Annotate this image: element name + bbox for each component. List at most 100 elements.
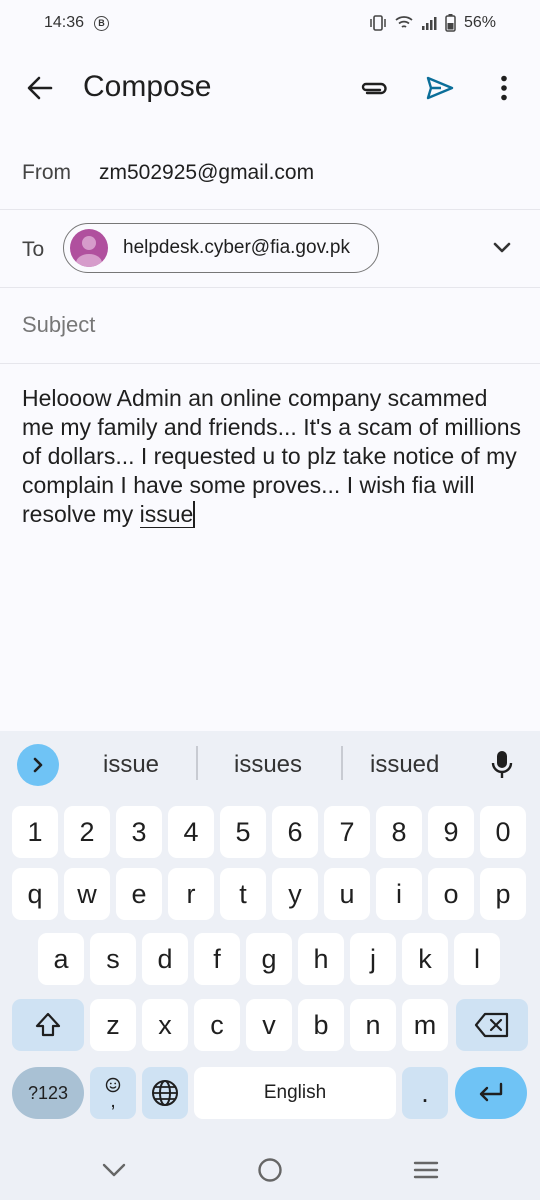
language-key[interactable]	[142, 1067, 188, 1119]
suggestion-1[interactable]: issue	[103, 751, 159, 779]
period-key[interactable]: .	[402, 1067, 448, 1119]
vibrate-icon	[370, 15, 386, 31]
key-8[interactable]: 8	[376, 806, 422, 858]
key-r[interactable]: r	[168, 868, 214, 920]
key-5[interactable]: 5	[220, 806, 266, 858]
key-4[interactable]: 4	[168, 806, 214, 858]
body-text: Helooow Admin an online company scammed …	[22, 385, 522, 527]
enter-icon	[479, 1082, 503, 1102]
battery-icon	[445, 14, 456, 32]
key-0[interactable]: 0	[480, 806, 526, 858]
key-u[interactable]: u	[324, 868, 370, 920]
symbols-key[interactable]: ?123	[12, 1067, 84, 1119]
to-label: To	[22, 238, 45, 261]
compose-app-bar: Compose	[0, 52, 540, 124]
home-circle-icon	[258, 1158, 282, 1182]
key-y[interactable]: y	[272, 868, 318, 920]
recipient-chip[interactable]: helpdesk.cyber@fia.gov.pk	[63, 223, 379, 273]
suggestion-divider	[341, 746, 343, 780]
key-c[interactable]: c	[194, 999, 240, 1051]
enter-key[interactable]	[455, 1067, 527, 1119]
key-3[interactable]: 3	[116, 806, 162, 858]
key-w[interactable]: w	[64, 868, 110, 920]
to-row[interactable]: To helpdesk.cyber@fia.gov.pk	[0, 210, 540, 288]
key-h[interactable]: h	[298, 933, 344, 985]
more-options-button[interactable]	[482, 66, 526, 110]
attach-button[interactable]	[352, 66, 396, 110]
shift-icon	[35, 1012, 61, 1037]
backspace-icon	[474, 1012, 509, 1038]
key-a[interactable]: a	[38, 933, 84, 985]
emoji-comma-key[interactable]: ,	[90, 1067, 136, 1119]
key-p[interactable]: p	[480, 868, 526, 920]
battery-percent: 56%	[463, 14, 496, 31]
key-9[interactable]: 9	[428, 806, 474, 858]
hide-keyboard-button[interactable]	[94, 1150, 134, 1190]
back-button[interactable]	[18, 66, 62, 110]
suggestion-divider	[196, 746, 198, 780]
key-j[interactable]: j	[350, 933, 396, 985]
key-e[interactable]: e	[116, 868, 162, 920]
back-arrow-icon	[27, 76, 53, 100]
menu-lines-icon	[413, 1161, 439, 1179]
key-l[interactable]: l	[454, 933, 500, 985]
mic-icon	[491, 751, 513, 778]
wifi-icon	[395, 16, 413, 28]
from-label: From	[22, 161, 71, 184]
from-address[interactable]: zm502925@gmail.com	[99, 161, 314, 185]
chevron-right-icon	[33, 757, 43, 773]
suggestion-strip: issue issues issued	[0, 731, 540, 797]
send-icon	[426, 76, 454, 100]
on-screen-keyboard: issue issues issued 1 2 3 4 5 6 7 8 9 0 …	[0, 731, 540, 1200]
shift-key[interactable]	[12, 999, 84, 1051]
comma-label: ,	[110, 1090, 116, 1112]
key-o[interactable]: o	[428, 868, 474, 920]
signal-icon	[421, 17, 437, 30]
status-time: 14:36	[44, 14, 85, 31]
suggestion-3[interactable]: issued	[370, 751, 439, 779]
key-f[interactable]: f	[194, 933, 240, 985]
voice-input-button[interactable]	[487, 748, 517, 782]
key-i[interactable]: i	[376, 868, 422, 920]
expand-recipients-button[interactable]	[484, 230, 520, 266]
key-z[interactable]: z	[90, 999, 136, 1051]
key-b[interactable]: b	[298, 999, 344, 1051]
recipient-address: helpdesk.cyber@fia.gov.pk	[123, 237, 350, 258]
key-7[interactable]: 7	[324, 806, 370, 858]
system-nav-bar	[0, 1138, 540, 1200]
key-2[interactable]: 2	[64, 806, 110, 858]
more-vert-icon	[501, 75, 507, 101]
keyboard-toolbar-button[interactable]	[17, 744, 59, 786]
key-n[interactable]: n	[350, 999, 396, 1051]
attach-icon	[361, 82, 387, 95]
key-s[interactable]: s	[90, 933, 136, 985]
key-6[interactable]: 6	[272, 806, 318, 858]
backspace-key[interactable]	[456, 999, 528, 1051]
key-q[interactable]: q	[12, 868, 58, 920]
key-v[interactable]: v	[246, 999, 292, 1051]
send-button[interactable]	[418, 66, 462, 110]
suggestion-2[interactable]: issues	[234, 751, 302, 779]
page-title: Compose	[83, 70, 212, 103]
key-k[interactable]: k	[402, 933, 448, 985]
key-g[interactable]: g	[246, 933, 292, 985]
key-d[interactable]: d	[142, 933, 188, 985]
space-key[interactable]: English	[194, 1067, 396, 1119]
from-row[interactable]: From zm502925@gmail.com	[0, 134, 540, 210]
key-m[interactable]: m	[402, 999, 448, 1051]
key-1[interactable]: 1	[12, 806, 58, 858]
recents-button[interactable]	[406, 1150, 446, 1190]
composing-word: issue	[139, 501, 196, 528]
b-status-icon: B	[94, 15, 110, 31]
key-t[interactable]: t	[220, 868, 266, 920]
globe-icon	[152, 1080, 178, 1106]
key-x[interactable]: x	[142, 999, 188, 1051]
status-bar: 14:36 B 56%	[0, 0, 540, 46]
email-body-input[interactable]: Helooow Admin an online company scammed …	[22, 384, 522, 529]
chevron-down-icon	[102, 1163, 126, 1177]
subject-row[interactable]: Subject	[0, 288, 540, 364]
chevron-down-icon	[493, 242, 511, 253]
home-button[interactable]	[250, 1150, 290, 1190]
subject-input[interactable]: Subject	[22, 312, 95, 338]
avatar	[70, 229, 108, 267]
